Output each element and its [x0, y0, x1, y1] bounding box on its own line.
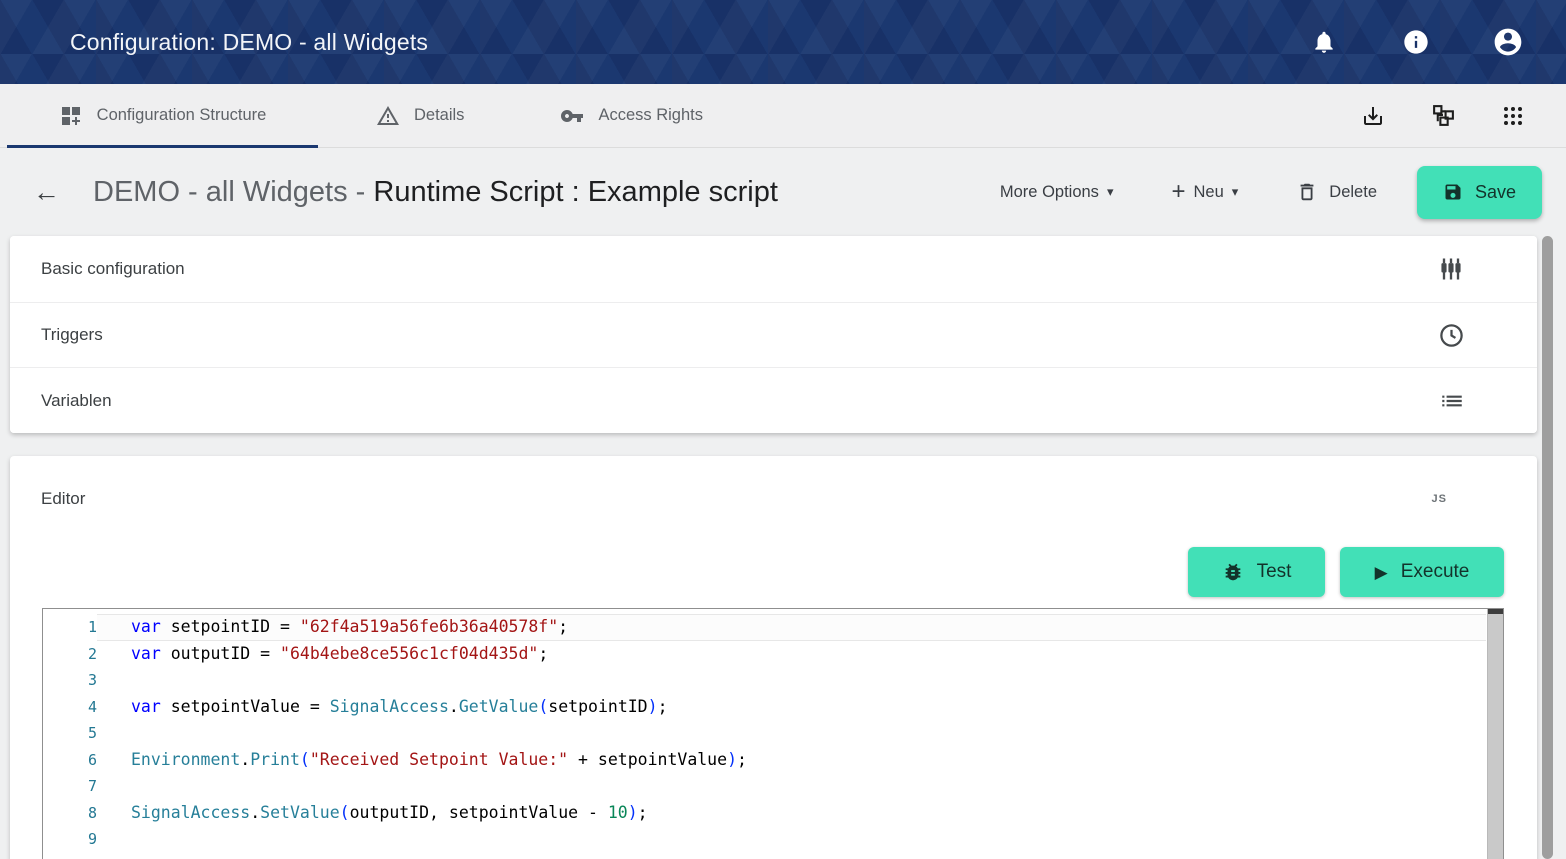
- section-variablen[interactable]: Variablen: [10, 367, 1537, 433]
- more-options-label: More Options: [1000, 183, 1099, 202]
- configuration-sections-card: Basic configuration Triggers Variablen: [10, 236, 1537, 433]
- code-line-content[interactable]: SignalAccess.SetValue(outputID, setpoint…: [97, 800, 1486, 827]
- line-number: 9: [43, 826, 97, 853]
- page-title-bar: ← DEMO - all Widgets - Runtime Script : …: [0, 148, 1566, 236]
- tab-details[interactable]: Details: [376, 84, 464, 147]
- tab-access-rights[interactable]: Access Rights: [560, 84, 703, 147]
- section-label: Basic configuration: [41, 259, 185, 279]
- new-button-label: Neu: [1193, 183, 1223, 202]
- code-line[interactable]: 6Environment.Print("Received Setpoint Va…: [43, 747, 1503, 774]
- bug-icon: [1222, 561, 1244, 583]
- code-line[interactable]: 7: [43, 773, 1503, 800]
- code-editor[interactable]: 1var setpointID = "62f4a519a56fe6b36a405…: [42, 608, 1504, 859]
- play-icon: ▶: [1375, 564, 1388, 581]
- code-line-content[interactable]: var setpointID = "62f4a519a56fe6b36a4057…: [97, 614, 1486, 641]
- clock-icon: [1438, 322, 1465, 349]
- tab-label: Details: [414, 106, 464, 125]
- trash-icon: [1296, 181, 1318, 203]
- line-number: 7: [43, 773, 97, 800]
- plus-icon: +: [1171, 180, 1185, 204]
- line-number: 3: [43, 667, 97, 694]
- code-line-content[interactable]: var setpointValue = SignalAccess.GetValu…: [97, 694, 1486, 721]
- app-title: Configuration: DEMO - all Widgets: [70, 29, 428, 56]
- tab-label: Configuration Structure: [97, 106, 267, 125]
- code-line[interactable]: 3: [43, 667, 1503, 694]
- code-line-content[interactable]: [97, 720, 1486, 747]
- code-line-content[interactable]: Environment.Print("Received Setpoint Val…: [97, 747, 1486, 774]
- info-icon[interactable]: [1400, 26, 1432, 58]
- save-icon: [1443, 182, 1463, 202]
- code-line[interactable]: 5: [43, 720, 1503, 747]
- app-header: Configuration: DEMO - all Widgets: [0, 0, 1566, 84]
- tab-bar: Configuration Structure Details Access R…: [0, 84, 1566, 148]
- key-icon: [560, 104, 584, 128]
- section-triggers[interactable]: Triggers: [10, 302, 1537, 368]
- line-number: 2: [43, 641, 97, 668]
- schema-icon[interactable]: [1430, 103, 1456, 129]
- line-number: 8: [43, 800, 97, 827]
- code-line[interactable]: 9: [43, 826, 1503, 853]
- tune-icon: [1437, 255, 1465, 283]
- code-line-content[interactable]: var outputID = "64b4ebe8ce556c1cf04d435d…: [97, 641, 1486, 668]
- language-badge: JS: [1432, 493, 1447, 505]
- tab-label: Access Rights: [598, 106, 703, 125]
- page-scrollbar[interactable]: [1542, 236, 1553, 859]
- save-button[interactable]: Save: [1417, 166, 1542, 219]
- code-line[interactable]: 4var setpointValue = SignalAccess.GetVal…: [43, 694, 1503, 721]
- chevron-down-icon: ▾: [1232, 184, 1239, 200]
- section-basic-configuration[interactable]: Basic configuration: [10, 236, 1537, 302]
- section-label: Triggers: [41, 325, 103, 345]
- new-button[interactable]: + Neu ▾: [1171, 180, 1238, 204]
- code-lines: 1var setpointID = "62f4a519a56fe6b36a405…: [43, 609, 1503, 853]
- editor-label: Editor: [41, 489, 85, 509]
- line-number: 6: [43, 747, 97, 774]
- back-arrow-icon[interactable]: ←: [33, 177, 65, 208]
- page-title: DEMO - all Widgets - Runtime Script : Ex…: [93, 176, 778, 209]
- code-line-content[interactable]: [97, 667, 1486, 694]
- code-line[interactable]: 1var setpointID = "62f4a519a56fe6b36a405…: [43, 614, 1503, 641]
- page-title-prefix: DEMO - all Widgets -: [93, 176, 373, 208]
- tab-configuration-structure[interactable]: Configuration Structure: [7, 84, 318, 147]
- account-icon[interactable]: [1492, 26, 1524, 58]
- code-line[interactable]: 2var outputID = "64b4ebe8ce556c1cf04d435…: [43, 641, 1503, 668]
- code-line-content[interactable]: [97, 826, 1486, 853]
- test-button[interactable]: Test: [1188, 547, 1325, 597]
- editor-scrollbar[interactable]: [1487, 609, 1503, 859]
- warning-icon: [376, 104, 400, 128]
- line-number: 1: [43, 614, 97, 641]
- code-line-content[interactable]: [97, 773, 1486, 800]
- notifications-icon[interactable]: [1308, 26, 1340, 58]
- save-button-label: Save: [1475, 182, 1516, 203]
- test-button-label: Test: [1257, 561, 1292, 583]
- delete-button[interactable]: Delete: [1296, 181, 1377, 203]
- list-icon: [1439, 388, 1465, 414]
- code-line[interactable]: 8SignalAccess.SetValue(outputID, setpoin…: [43, 800, 1503, 827]
- execute-button-label: Execute: [1401, 561, 1470, 583]
- download-icon[interactable]: [1360, 103, 1386, 129]
- chevron-down-icon: ▾: [1107, 184, 1114, 200]
- section-label: Variablen: [41, 391, 112, 411]
- apps-grid-icon[interactable]: [1500, 103, 1526, 129]
- more-options-button[interactable]: More Options ▾: [1000, 183, 1114, 202]
- editor-card: Editor JS Test ▶ Execute 1var setpointID…: [10, 456, 1537, 859]
- delete-button-label: Delete: [1329, 183, 1377, 202]
- execute-button[interactable]: ▶ Execute: [1340, 547, 1504, 597]
- dashboard-customize-icon: [59, 104, 83, 128]
- line-number: 4: [43, 694, 97, 721]
- page-title-main: Runtime Script : Example script: [373, 176, 778, 208]
- line-number: 5: [43, 720, 97, 747]
